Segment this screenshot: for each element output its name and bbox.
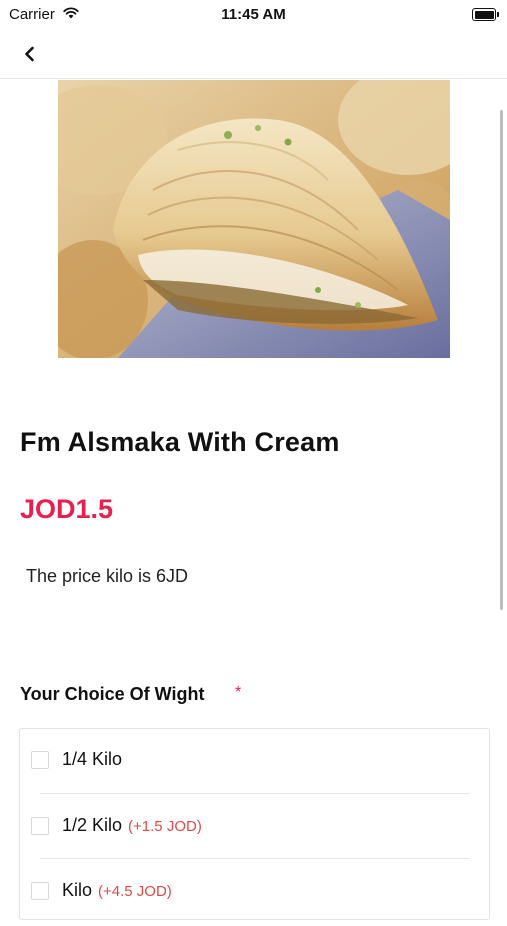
option-label: 1/4 Kilo <box>62 749 123 769</box>
back-button[interactable] <box>16 40 44 68</box>
checkbox[interactable] <box>31 882 49 900</box>
option-half-kilo[interactable]: 1/2 Kilo (+1.5 JOD) <box>20 795 489 861</box>
option-label: Kilo <box>62 880 93 900</box>
product-image <box>58 80 450 358</box>
option-kilo[interactable]: Kilo (+4.5 JOD) <box>20 860 489 926</box>
checkbox[interactable] <box>31 817 49 835</box>
required-indicator: * <box>235 684 242 701</box>
divider <box>40 858 469 859</box>
product-title: Fm Alsmaka With Cream <box>20 427 340 457</box>
option-extra-price: (+4.5 JOD) <box>98 883 172 900</box>
battery-icon <box>472 8 499 21</box>
product-description: The price kilo is 6JD <box>26 566 189 586</box>
chevron-left-icon <box>25 46 34 62</box>
option-label: 1/2 Kilo <box>62 815 123 835</box>
option-extra-price: (+1.5 JOD) <box>128 818 202 835</box>
checkbox[interactable] <box>31 751 49 769</box>
weight-options-list: 1/4 Kilo 1/2 Kilo (+1.5 JOD) Kilo (+4.5 JO… <box>19 728 490 920</box>
navigation-bar <box>0 30 507 79</box>
status-bar: Carrier 11:45 AM <box>0 0 507 30</box>
status-time: 11:45 AM <box>221 6 286 23</box>
product-price: JOD1.5 <box>20 494 114 524</box>
options-section-title: Your Choice Of Wight <box>20 684 205 704</box>
divider <box>40 793 469 794</box>
scrollbar[interactable] <box>500 110 503 610</box>
option-quarter-kilo[interactable]: 1/4 Kilo <box>20 729 489 795</box>
